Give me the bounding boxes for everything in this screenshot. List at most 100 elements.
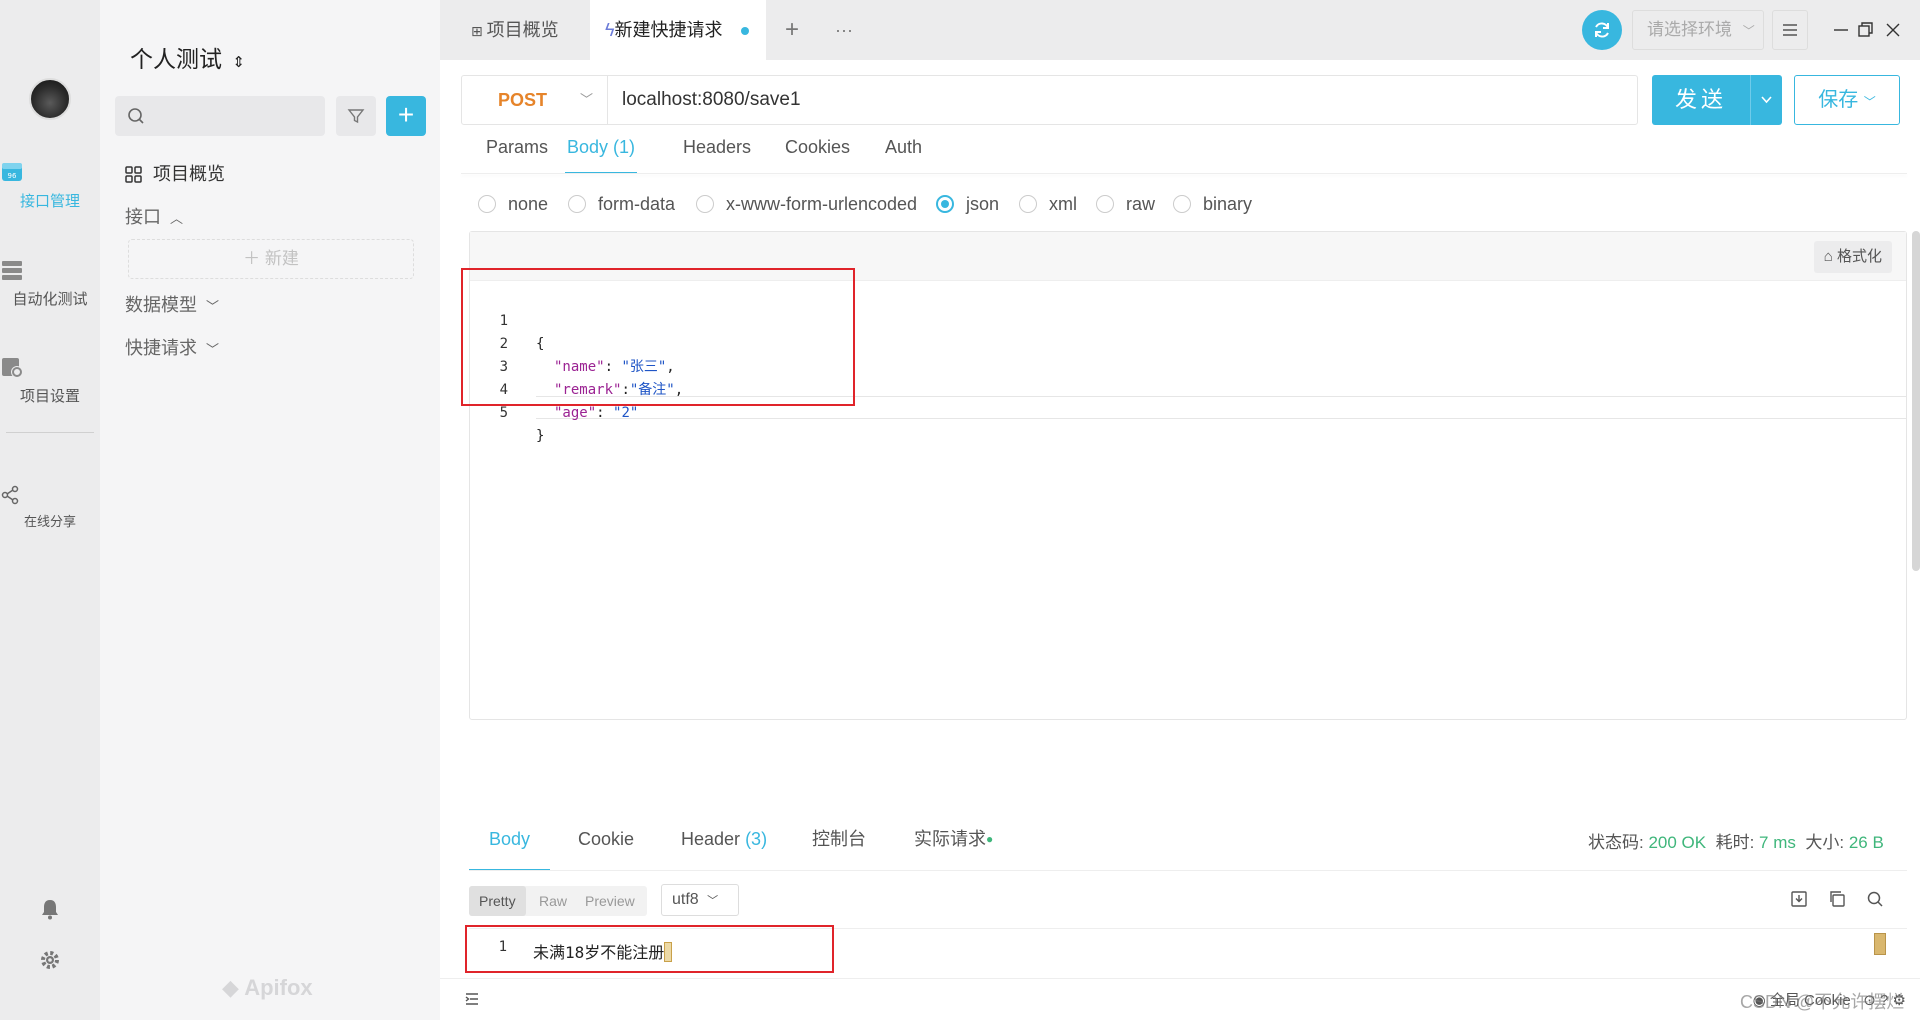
radio-none[interactable]: none	[478, 192, 548, 216]
status-value: 200 OK	[1648, 833, 1707, 852]
time-value: 7 ms	[1759, 833, 1796, 852]
sidebar-item-label: 快捷请求	[125, 338, 197, 358]
method-label: POST	[498, 90, 548, 110]
response-divider	[469, 870, 1907, 871]
sidebar-item-label: 接口	[125, 207, 161, 227]
refresh-icon	[1595, 22, 1609, 38]
more-tabs-button[interactable]: ···	[835, 0, 853, 60]
resp-tab-actual-request[interactable]: 实际请求●	[914, 815, 993, 871]
view-preview[interactable]: Preview	[585, 886, 635, 916]
line-content: }	[536, 428, 545, 444]
url-input[interactable]: localhost:8080/save1	[622, 76, 801, 124]
grid-icon	[125, 166, 142, 183]
avatar[interactable]	[29, 78, 71, 120]
search-icon[interactable]	[1866, 890, 1884, 908]
share-icon	[0, 485, 100, 505]
radio-form-data[interactable]: form-data	[568, 192, 675, 216]
close-button[interactable]	[1881, 18, 1905, 42]
tab-params[interactable]: Params	[486, 130, 548, 174]
sort-caret-icon: ⇕	[232, 54, 245, 71]
radio-label: json	[966, 194, 1000, 214]
tab-quick-request[interactable]: ϟ新建快捷请求	[590, 0, 766, 60]
add-button[interactable]: +	[386, 96, 426, 136]
restore-button[interactable]	[1853, 18, 1877, 42]
response-status: 状态码: 200 OK 耗时: 7 ms 大小: 26 B	[1588, 828, 1884, 853]
plus-icon: +	[785, 16, 800, 43]
method-select[interactable]: POST ﹀	[462, 76, 608, 124]
tab-body[interactable]: Body (1)	[565, 130, 638, 174]
json-key: "age"	[554, 405, 597, 421]
radio-circle	[478, 195, 496, 213]
annotation-box-request	[461, 268, 855, 406]
hamburger-icon	[1783, 24, 1797, 36]
search-icon	[128, 108, 144, 124]
filter-button[interactable]	[336, 96, 376, 136]
radio-binary[interactable]: binary	[1173, 192, 1252, 216]
brand-mark-icon: ◆	[222, 975, 245, 1000]
radio-json[interactable]: json	[936, 192, 999, 216]
format-icon: ⌂	[1823, 248, 1837, 265]
lightning-icon: ϟ	[605, 20, 615, 40]
new-interface-button[interactable]: ＋ 新建	[128, 239, 414, 279]
chevron-down-icon: ﹀	[206, 342, 220, 357]
radio-urlencoded[interactable]: x-www-form-urlencoded	[696, 192, 917, 216]
rail-divider	[6, 432, 94, 433]
resp-tab-header[interactable]: Header (3)	[681, 815, 767, 871]
download-icon[interactable]	[1790, 890, 1808, 908]
status-label: 状态码:	[1588, 833, 1644, 852]
save-button[interactable]: 保存 ﹀	[1794, 75, 1900, 125]
rail-item-label: 自动化测试	[12, 291, 88, 308]
automation-icon	[0, 258, 100, 282]
apifox-window: 96 接口管理 自动化测试 项目设置 在线分享 个人测试 ⇕ + 项目概览 接口…	[0, 0, 1920, 1020]
new-tab-button[interactable]: +	[785, 0, 799, 60]
refresh-env-button[interactable]	[1582, 10, 1622, 50]
copy-icon[interactable]	[1828, 890, 1846, 908]
view-raw[interactable]: Raw	[539, 886, 567, 916]
encoding-select[interactable]: utf8 ﹀	[661, 884, 739, 916]
radio-circle	[1173, 195, 1191, 213]
filter-icon	[347, 109, 365, 124]
editor-scrollbar[interactable]	[1912, 231, 1920, 571]
bell-icon[interactable]	[40, 898, 60, 920]
radio-label: form-data	[598, 194, 676, 214]
project-title: 个人测试	[130, 46, 222, 72]
rail-item-share[interactable]: 在线分享	[0, 485, 100, 530]
size-label: 大小:	[1805, 833, 1845, 852]
sidebar-item-quick-requests[interactable]: 快捷请求 ﹀	[125, 334, 219, 360]
sidebar-item-data-models[interactable]: 数据模型 ﹀	[125, 291, 219, 317]
status-dot-icon: ●	[986, 832, 994, 846]
radio-circle	[568, 195, 586, 213]
project-switcher[interactable]: 个人测试 ⇕	[130, 40, 245, 74]
environment-select[interactable]: 请选择环境 ﹀	[1632, 10, 1764, 50]
sidebar: 个人测试 ⇕ + 项目概览 接口 ︿ ＋ 新建 数据模型 ﹀ 快捷请求 ﹀ ◆ …	[100, 0, 440, 1020]
settings-gear-icon[interactable]	[40, 950, 60, 970]
tab-overview[interactable]: ⊞ 项目概览	[455, 0, 575, 60]
tab-cookies[interactable]: Cookies	[785, 130, 850, 174]
sidebar-item-overview[interactable]: 项目概览	[125, 160, 225, 186]
search-input[interactable]	[115, 96, 325, 136]
rail-item-automation[interactable]: 自动化测试	[0, 258, 100, 309]
radio-xml[interactable]: xml	[1019, 192, 1077, 216]
chevron-down-icon: ﹀	[206, 299, 220, 314]
rail-item-api-management[interactable]: 96 接口管理	[0, 160, 100, 211]
resp-tab-body[interactable]: Body	[469, 815, 551, 871]
request-url-bar: POST ﹀ localhost:8080/save1	[461, 75, 1638, 125]
radio-label: binary	[1203, 194, 1253, 214]
close-icon	[1886, 23, 1900, 37]
send-button[interactable]: 发送	[1652, 75, 1782, 125]
tab-auth[interactable]: Auth	[885, 130, 922, 174]
rail-item-project-settings[interactable]: 项目设置	[0, 355, 100, 406]
menu-button[interactable]	[1772, 10, 1808, 50]
resp-tab-console[interactable]: 控制台	[812, 815, 866, 871]
tab-headers[interactable]: Headers	[683, 130, 751, 174]
view-pretty[interactable]: Pretty	[469, 886, 526, 916]
radio-raw[interactable]: raw	[1096, 192, 1155, 216]
resp-tab-cookie[interactable]: Cookie	[578, 815, 634, 871]
format-button[interactable]: ⌂ 格式化	[1813, 241, 1892, 273]
rail-item-label: 在线分享	[23, 514, 76, 529]
plus-icon: ＋	[243, 249, 265, 268]
minimize-button[interactable]	[1829, 18, 1853, 42]
send-options-button[interactable]	[1750, 75, 1782, 125]
sidebar-item-interfaces[interactable]: 接口 ︿	[125, 203, 183, 229]
collapse-panel-icon[interactable]	[464, 991, 480, 1007]
